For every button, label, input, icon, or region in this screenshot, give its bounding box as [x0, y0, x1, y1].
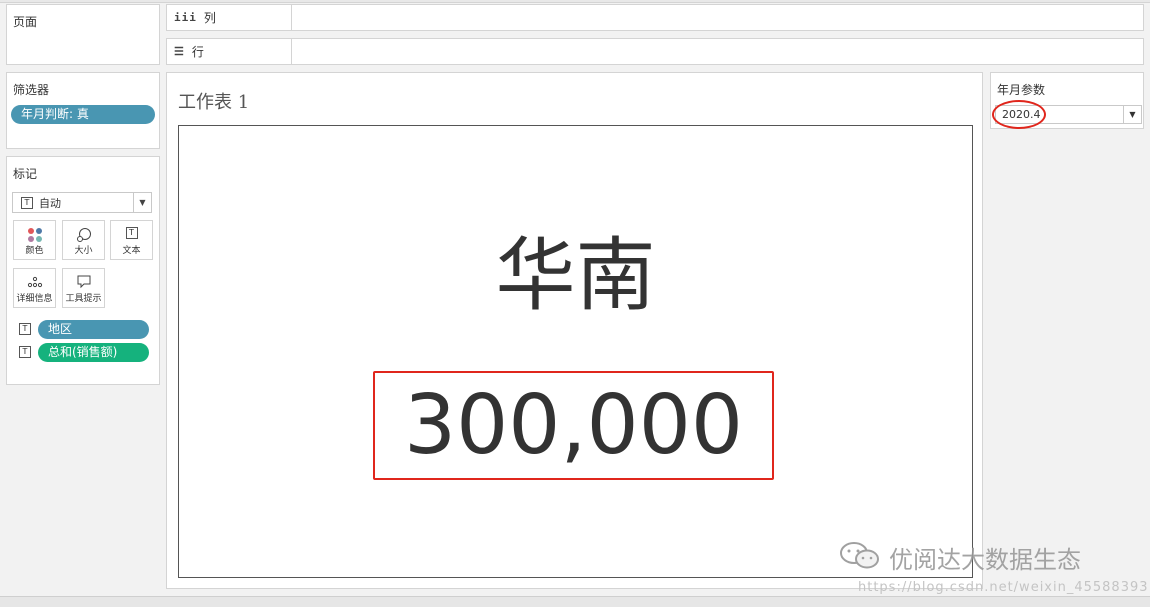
view-area[interactable]: 华南 300,000 — [178, 125, 973, 578]
text-button-label: 文本 — [122, 246, 141, 256]
color-button-label: 颜色 — [25, 246, 44, 256]
rows-shelf-text: 行 — [191, 45, 204, 59]
text-icon: T — [125, 227, 138, 239]
size-button[interactable]: 大小 — [62, 220, 105, 260]
mark-type-label: 自动 — [39, 196, 61, 210]
region-field-pill[interactable]: 地区 — [38, 320, 149, 339]
columns-shelf-label: iii 列 — [167, 5, 292, 30]
top-toolbar-edge — [0, 0, 1150, 3]
filters-card[interactable]: 筛选器 年月判断: 真 — [6, 72, 160, 149]
tooltip-button[interactable]: 工具提示 — [62, 268, 105, 308]
pages-card[interactable]: 页面 — [6, 4, 160, 65]
filters-card-title: 筛选器 — [13, 83, 50, 97]
worksheet-panel[interactable]: 工作表 1 华南 300,000 — [166, 72, 983, 589]
detail-icon — [27, 276, 42, 288]
dropdown-arrow-icon[interactable]: ▼ — [133, 193, 151, 212]
tooltip-button-label: 工具提示 — [65, 294, 102, 304]
rows-shelf-label: ☰ 行 — [167, 39, 292, 64]
size-button-label: 大小 — [74, 246, 93, 256]
sales-field-pill[interactable]: 总和(销售额) — [38, 343, 149, 362]
marks-card[interactable]: 标记 T 自动 ▼ 颜色 大小 T 文本 详细信息 工具提示 T 地区 T 总和… — [6, 156, 160, 385]
region-field-text-icon: T — [19, 323, 31, 335]
parameter-highlight-oval — [992, 100, 1046, 129]
detail-button[interactable]: 详细信息 — [13, 268, 56, 308]
marks-card-title: 标记 — [13, 167, 38, 181]
worksheet-title[interactable]: 工作表 1 — [178, 88, 249, 114]
mark-type-dropdown[interactable]: T 自动 ▼ — [12, 192, 152, 213]
rows-shelf[interactable]: ☰ 行 — [166, 38, 1144, 65]
columns-shelf[interactable]: iii 列 — [166, 4, 1144, 31]
parameter-card-title: 年月参数 — [997, 83, 1046, 97]
detail-button-label: 详细信息 — [16, 294, 53, 304]
text-mark-icon: T — [21, 196, 33, 209]
columns-shelf-text: 列 — [203, 11, 216, 25]
color-button[interactable]: 颜色 — [13, 220, 56, 260]
watermark-text: 优阅达大数据生态 — [889, 546, 1081, 574]
sales-value[interactable]: 300,000 — [375, 373, 772, 478]
size-icon — [76, 228, 91, 242]
watermark-url: https://blog.csdn.net/weixin_45588393 — [858, 580, 1149, 595]
filter-pill-year-month[interactable]: 年月判断: 真 — [11, 105, 155, 124]
rows-icon: ☰ — [174, 45, 185, 58]
sales-field-text-icon: T — [19, 346, 31, 358]
sheet-tabs-bar[interactable] — [0, 596, 1150, 607]
dropdown-arrow-icon[interactable]: ▼ — [1123, 106, 1141, 123]
color-icon — [27, 228, 42, 242]
region-label[interactable]: 华南 — [179, 236, 972, 316]
pages-card-title: 页面 — [13, 15, 38, 29]
text-button[interactable]: T 文本 — [110, 220, 153, 260]
columns-icon: iii — [174, 11, 197, 24]
tooltip-icon — [77, 275, 90, 289]
sales-highlight-box: 300,000 — [373, 371, 774, 480]
parameter-card[interactable]: 年月参数 2020.4 ▼ — [990, 72, 1144, 129]
wechat-icon — [840, 542, 879, 569]
